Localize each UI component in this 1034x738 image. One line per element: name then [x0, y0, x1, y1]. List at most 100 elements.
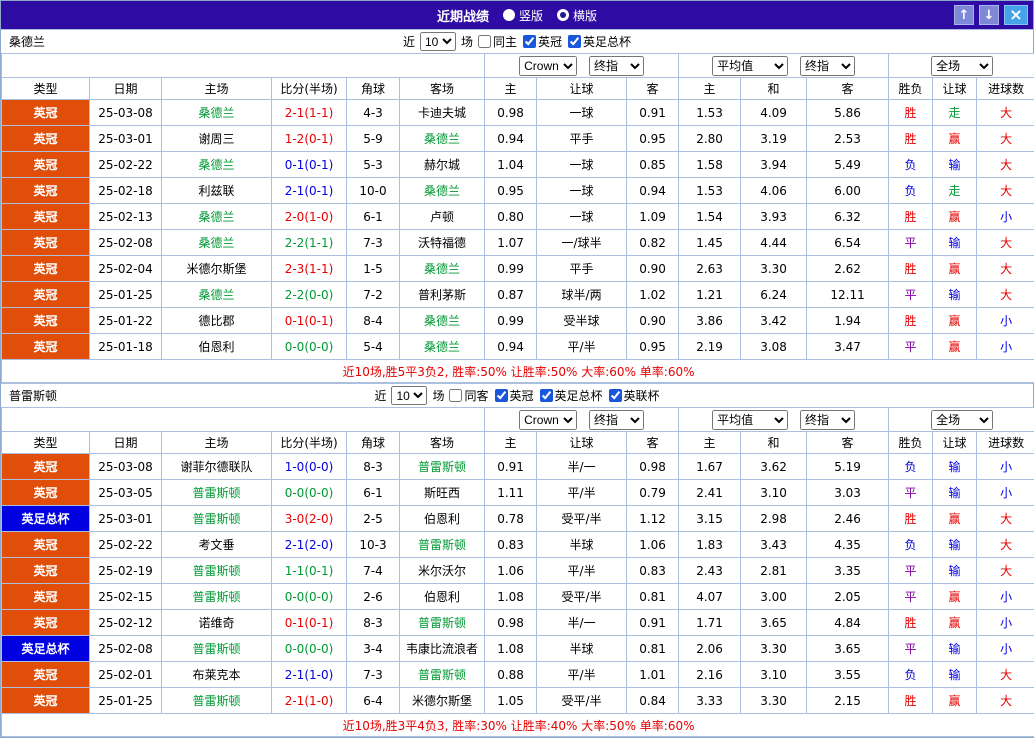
final-odds-select-1[interactable]: 终指 [589, 410, 644, 430]
handicap-odds-away: 1.01 [627, 662, 679, 688]
avg-odds-select[interactable]: 平均值 [712, 410, 788, 430]
team-name: 桑德兰 [9, 33, 45, 50]
column-header: 日期 [90, 432, 162, 454]
result-goals: 小 [977, 584, 1034, 610]
scope-select[interactable]: 全场 [931, 56, 993, 76]
match-type: 英冠 [2, 152, 90, 178]
view-mode-horizontal[interactable]: 横版 [557, 7, 597, 24]
filter-checkbox-input[interactable] [609, 389, 622, 402]
avg-odds-draw: 3.94 [741, 152, 807, 178]
final-odds-select-2[interactable]: 终指 [800, 56, 855, 76]
avg-odds-away: 6.32 [807, 204, 889, 230]
match-type: 英冠 [2, 532, 90, 558]
column-header: 客 [807, 78, 889, 100]
final-odds-select-2[interactable]: 终指 [800, 410, 855, 430]
result-wdl: 胜 [889, 100, 933, 126]
away-team: 桑德兰 [400, 178, 485, 204]
score: 0-1(0-1) [272, 610, 347, 636]
handicap-line: 受平/半 [537, 584, 627, 610]
result-goals: 小 [977, 454, 1034, 480]
filter-checkbox[interactable]: 英冠 [495, 387, 534, 404]
scope-select-cell: 全场 [889, 54, 1034, 78]
corners: 10-3 [347, 532, 400, 558]
handicap-line: 平/半 [537, 334, 627, 360]
filter-checkbox[interactable]: 同客 [449, 387, 488, 404]
score: 2-3(1-1) [272, 256, 347, 282]
avg-odds-draw: 3.10 [741, 480, 807, 506]
home-team: 谢菲尔德联队 [162, 454, 272, 480]
avg-odds-select[interactable]: 平均值 [712, 56, 788, 76]
results-tbody: 英冠 25-03-08 桑德兰 2-1(1-1) 4-3 卡迪夫城 0.98 一… [2, 100, 1034, 360]
filter-checkbox-input[interactable] [568, 35, 581, 48]
column-header: 让球 [537, 432, 627, 454]
handicap-odds-home: 0.98 [485, 610, 537, 636]
filter-checkboxes: 同客英冠英足总杯英联杯 [449, 387, 659, 404]
final-odds-select-1[interactable]: 终指 [589, 56, 644, 76]
handicap-odds-home: 1.07 [485, 230, 537, 256]
handicap-odds-away: 0.79 [627, 480, 679, 506]
home-team: 普雷斯顿 [162, 480, 272, 506]
score: 1-1(0-1) [272, 558, 347, 584]
recent-count-select[interactable]: 10 [391, 386, 427, 405]
avg-odds-away: 2.62 [807, 256, 889, 282]
avg-odds-home: 1.71 [679, 610, 741, 636]
avg-odds-home: 2.43 [679, 558, 741, 584]
view-mode-vertical[interactable]: 竖版 [503, 7, 543, 24]
away-team: 赫尔城 [400, 152, 485, 178]
handicap-line: 半/一 [537, 610, 627, 636]
match-type: 英冠 [2, 100, 90, 126]
filter-checkbox[interactable]: 英冠 [523, 33, 562, 50]
filter-checkbox[interactable]: 英足总杯 [568, 33, 631, 50]
avg-odds-draw: 3.00 [741, 584, 807, 610]
games-label: 场 [432, 387, 444, 404]
odds-company-select[interactable]: Crown [519, 410, 577, 430]
home-team: 普雷斯顿 [162, 558, 272, 584]
filter-checkbox-input[interactable] [478, 35, 491, 48]
filter-checkbox-input[interactable] [540, 389, 553, 402]
match-date: 25-02-12 [90, 610, 162, 636]
view-mode-radio-icon[interactable] [557, 9, 569, 21]
match-date: 25-03-01 [90, 126, 162, 152]
filter-checkbox-input[interactable] [449, 389, 462, 402]
result-handicap: 走 [933, 178, 977, 204]
scroll-down-icon[interactable]: ↓ [979, 5, 999, 25]
handicap-selects-cell: Crown 终指 [485, 54, 679, 78]
filter-checkbox-input[interactable] [523, 35, 536, 48]
avg-odds-home: 2.19 [679, 334, 741, 360]
away-team: 沃特福德 [400, 230, 485, 256]
odds-company-select[interactable]: Crown [519, 56, 577, 76]
filter-checkbox[interactable]: 英足总杯 [540, 387, 603, 404]
filter-checkbox[interactable]: 同主 [478, 33, 517, 50]
match-type: 英冠 [2, 256, 90, 282]
result-wdl: 胜 [889, 506, 933, 532]
filter-checkbox-input[interactable] [495, 389, 508, 402]
match-row: 英冠 25-03-05 普雷斯顿 0-0(0-0) 6-1 斯旺西 1.11 平… [2, 480, 1034, 506]
column-header-row: 类型日期主场比分(半场)角球客场主让球客主和客胜负让球进球数 [2, 78, 1034, 100]
view-mode-radio-icon[interactable] [503, 9, 515, 21]
result-goals: 大 [977, 558, 1034, 584]
corners: 3-4 [347, 636, 400, 662]
corners: 5-4 [347, 334, 400, 360]
match-date: 25-03-05 [90, 480, 162, 506]
score: 3-0(2-0) [272, 506, 347, 532]
scope-select[interactable]: 全场 [931, 410, 993, 430]
column-header: 客场 [400, 432, 485, 454]
column-header: 主场 [162, 78, 272, 100]
corners: 7-3 [347, 230, 400, 256]
near-label: 近 [374, 387, 386, 404]
match-date: 25-02-13 [90, 204, 162, 230]
recent-count-select[interactable]: 10 [420, 32, 456, 51]
column-header: 类型 [2, 78, 90, 100]
column-header: 比分(半场) [272, 432, 347, 454]
scroll-up-icon[interactable]: ↑ [954, 5, 974, 25]
handicap-line: 一球 [537, 204, 627, 230]
away-team: 韦康比流浪者 [400, 636, 485, 662]
filter-checkbox[interactable]: 英联杯 [609, 387, 660, 404]
result-handicap: 赢 [933, 334, 977, 360]
avg-odds-away: 3.03 [807, 480, 889, 506]
match-row: 英冠 25-02-19 普雷斯顿 1-1(0-1) 7-4 米尔沃尔 1.06 … [2, 558, 1034, 584]
avg-odds-away: 5.86 [807, 100, 889, 126]
close-icon[interactable]: × [1004, 5, 1028, 25]
home-team: 利兹联 [162, 178, 272, 204]
corners: 2-5 [347, 506, 400, 532]
